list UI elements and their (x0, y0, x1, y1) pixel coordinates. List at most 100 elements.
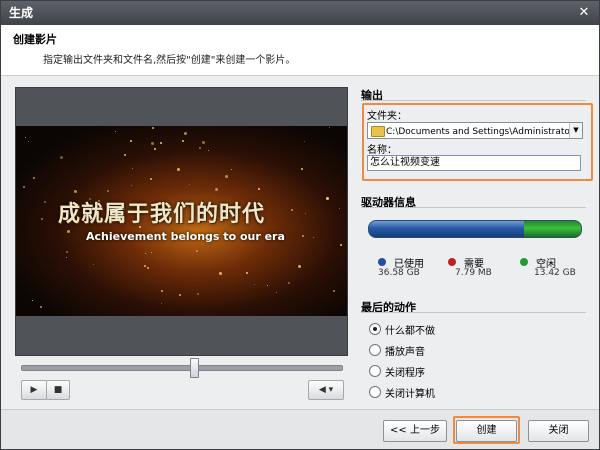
spark-particle (66, 251, 68, 253)
spark-particle (246, 272, 248, 274)
spark-particle (23, 186, 25, 188)
spark-particle (66, 257, 67, 258)
spark-particle (333, 290, 335, 292)
final-action-divider (361, 312, 586, 313)
filename-input[interactable] (367, 155, 581, 171)
folder-label: 文件夹： (367, 111, 407, 122)
play-icon: ▶ (30, 385, 38, 395)
spark-particle (302, 235, 304, 237)
spark-particle (161, 290, 163, 292)
back-button[interactable]: << 上一步 (383, 420, 447, 442)
radio-shutdown[interactable] (369, 386, 381, 398)
create-movie-dialog: 生成 ✕ 创建影片 指定输出文件夹和文件名,然后按"创建"来创建一个影片。 成就… (0, 0, 600, 450)
spark-particle (208, 150, 209, 151)
spark-particle (147, 267, 149, 269)
spark-particle (130, 140, 132, 142)
stop-button[interactable]: ■ (46, 380, 70, 400)
spark-particle (305, 213, 306, 214)
spark-particle (151, 142, 154, 145)
close-icon[interactable]: ✕ (577, 6, 591, 20)
play-button[interactable]: ▶ (21, 380, 47, 400)
seek-slider[interactable] (21, 358, 343, 378)
name-label: 名称： (367, 145, 397, 156)
spark-particle (28, 141, 29, 142)
spark-particle (44, 201, 46, 203)
spark-particle (225, 175, 228, 178)
spark-particle (161, 303, 162, 304)
spark-particle (40, 306, 42, 308)
header-description: 指定输出文件夹和文件名,然后按"创建"来创建一个影片。 (43, 55, 296, 66)
window-title: 生成 (9, 6, 34, 20)
spark-particle (197, 293, 199, 295)
spark-particle (202, 141, 205, 144)
close-button[interactable]: 关闭 (528, 420, 589, 442)
chevron-down-icon[interactable]: ▼ (569, 123, 582, 138)
required-value: 7.79 MB (455, 268, 492, 278)
spark-particle (267, 285, 268, 286)
spark-particle (33, 177, 35, 179)
drive-usage-bar (368, 220, 582, 238)
radio-close-program[interactable] (369, 365, 381, 377)
spark-particle (152, 127, 154, 129)
spark-particle (131, 185, 132, 186)
spark-particle (25, 137, 26, 138)
spark-particle (215, 188, 218, 191)
drive-divider (361, 207, 586, 208)
spark-particle (107, 190, 109, 192)
spark-particle (184, 132, 187, 135)
seek-thumb[interactable] (190, 358, 200, 378)
spark-particle (74, 190, 77, 193)
spark-particle (276, 292, 277, 293)
spark-particle (160, 142, 162, 144)
radio-label-shutdown[interactable]: 关闭计算机 (385, 385, 435, 400)
header-title: 创建影片 (13, 33, 57, 46)
spark-particle (154, 148, 156, 150)
used-value: 36.58 GB (378, 268, 420, 278)
spark-particle (254, 284, 255, 285)
spark-particle (67, 230, 70, 233)
spark-particle (124, 154, 126, 156)
radio-label-do-nothing[interactable]: 什么都不做 (385, 322, 435, 337)
spark-particle (115, 131, 116, 132)
required-legend-dot (448, 258, 456, 266)
spark-particle (32, 300, 33, 301)
video-title-text: 成就属于我们的时代 (58, 201, 266, 227)
spark-particle (258, 188, 260, 190)
spark-particle (199, 147, 201, 149)
spark-particle (132, 168, 133, 169)
spark-particle (313, 237, 314, 238)
spark-particle (291, 209, 293, 211)
spark-particle (288, 282, 290, 284)
spark-particle (145, 253, 146, 254)
spark-particle (326, 197, 329, 200)
spark-particle (231, 169, 232, 170)
spark-particle (329, 127, 330, 128)
volume-button[interactable]: ◀ ▾ (308, 380, 344, 400)
output-divider (361, 100, 586, 101)
spark-particle (340, 244, 342, 246)
spark-particle (179, 294, 181, 296)
stop-icon: ■ (53, 385, 63, 395)
video-frame: 成就属于我们的时代 Achievement belongs to our era (16, 126, 347, 316)
spark-particle (301, 168, 303, 170)
radio-selected-dot (373, 327, 377, 331)
folder-icon (371, 126, 385, 137)
spark-particle (339, 208, 340, 209)
folder-value: C:\Documents and Settings\Administrator\… (386, 127, 583, 137)
folder-combo[interactable]: C:\Documents and Settings\Administrator\… (367, 122, 583, 139)
free-legend-dot (520, 258, 528, 266)
video-preview-panel: 成就属于我们的时代 Achievement belongs to our era (15, 87, 348, 356)
create-button[interactable]: 创建 (456, 420, 517, 442)
radio-do-nothing[interactable] (369, 323, 381, 335)
radio-label-play-sound[interactable]: 播放声音 (385, 343, 425, 358)
spark-particle (304, 141, 305, 142)
spark-particle (144, 265, 146, 267)
spark-particle (177, 168, 180, 171)
title-bar: 生成 ✕ (1, 1, 599, 25)
radio-play-sound[interactable] (369, 344, 381, 356)
radio-label-close-program[interactable]: 关闭程序 (385, 364, 425, 379)
video-subtitle-text: Achievement belongs to our era (86, 230, 285, 243)
spark-particle (151, 252, 152, 253)
spark-particle (182, 140, 184, 142)
free-value: 13.42 GB (534, 268, 576, 278)
